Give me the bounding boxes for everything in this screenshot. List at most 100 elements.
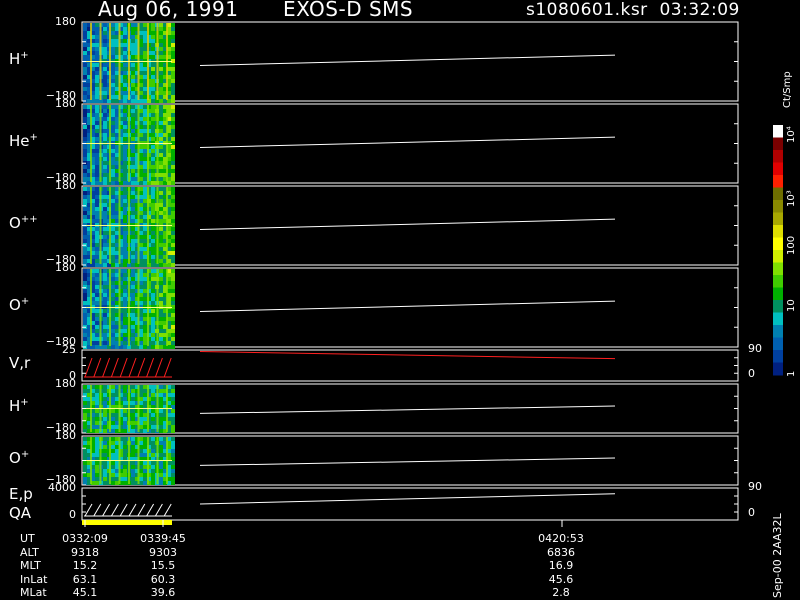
heatmap-cell — [131, 35, 135, 39]
heatmap-cell — [115, 329, 119, 333]
heatmap-cell — [143, 255, 147, 259]
heatmap-cell — [139, 337, 143, 341]
heatmap-cell — [95, 269, 99, 273]
panel-frame — [81, 349, 739, 382]
heatmap-cell — [115, 51, 119, 55]
heatmap-cell — [83, 333, 87, 337]
heatmap-cell — [171, 99, 175, 103]
heatmap-cell — [111, 31, 115, 35]
heatmap-cell — [159, 125, 163, 129]
heatmap-cell — [139, 425, 143, 429]
heatmap-cell — [131, 289, 135, 293]
heatmap-cell — [103, 309, 107, 313]
heatmap-cell — [115, 445, 119, 449]
heatmap-cell — [95, 121, 99, 125]
heatmap-cell — [171, 215, 175, 219]
heatmap-cell — [123, 55, 127, 59]
heatmap-cell — [95, 95, 99, 99]
heatmap-cell — [103, 63, 107, 67]
heatmap-cell — [139, 121, 143, 125]
heatmap-cell — [103, 227, 107, 231]
heatmap-cell — [83, 293, 87, 297]
heatmap-cell — [123, 67, 127, 71]
heatmap-cell — [143, 35, 147, 39]
heatmap-cell — [131, 389, 135, 393]
heatmap-cell — [159, 465, 163, 469]
sawtooth-mark — [154, 503, 163, 517]
heatmap-cell — [159, 63, 163, 67]
heatmap-cell — [171, 293, 175, 297]
heatmap-cell — [143, 453, 147, 457]
heatmap-cell — [123, 27, 127, 31]
heatmap-cell — [95, 441, 99, 445]
heatmap-cell — [139, 55, 143, 59]
heatmap-cell — [115, 413, 119, 417]
heatmap-cell — [151, 63, 155, 67]
heatmap-cell — [139, 409, 143, 413]
heatmap-cell — [123, 105, 127, 109]
heatmap-cell — [95, 429, 99, 433]
heatmap-cell — [151, 243, 155, 247]
heatmap-cell — [139, 87, 143, 91]
heatmap-cell — [111, 273, 115, 277]
heatmap-cell — [95, 203, 99, 207]
heatmap-cell — [95, 219, 99, 223]
heatmap-cell — [151, 269, 155, 273]
heatmap-cell — [95, 235, 99, 239]
heatmap-cell — [139, 67, 143, 71]
heatmap-cell — [103, 79, 107, 83]
table-row-name: MLat — [20, 586, 47, 599]
heatmap-cell — [131, 43, 135, 47]
heatmap-cell — [103, 259, 107, 263]
heatmap-cell — [159, 187, 163, 191]
heatmap-cell — [131, 329, 135, 333]
heatmap-cell — [111, 337, 115, 341]
heatmap-cell — [171, 199, 175, 203]
heatmap-cell — [143, 215, 147, 219]
heatmap-cell — [123, 385, 127, 389]
heatmap-cell — [115, 153, 119, 157]
heatmap-cell — [171, 309, 175, 313]
heatmap-cell — [143, 39, 147, 43]
heatmap-cell — [95, 51, 99, 55]
heatmap-cell — [143, 199, 147, 203]
heatmap-cell — [115, 341, 119, 345]
trend-trace — [199, 300, 616, 312]
table-row-name: UT — [20, 532, 35, 545]
heatmap-cell — [115, 469, 119, 473]
heatmap-cell — [83, 109, 87, 113]
heatmap-cell — [103, 105, 107, 109]
heatmap-cell — [131, 79, 135, 83]
heatmap-cell — [131, 129, 135, 133]
heatmap-cell — [131, 445, 135, 449]
panel-label-sup: + — [20, 295, 30, 307]
heatmap-cell — [159, 67, 163, 71]
heatmap-cell — [171, 83, 175, 87]
heatmap-cell — [95, 461, 99, 465]
heatmap-cell — [151, 285, 155, 289]
heatmap-cell — [151, 105, 155, 109]
heatmap-cell — [159, 289, 163, 293]
heatmap-cell — [139, 263, 143, 267]
heatmap-cell — [131, 247, 135, 251]
heatmap-cell — [143, 129, 147, 133]
heatmap-cell — [83, 117, 87, 121]
heatmap-cell — [95, 425, 99, 429]
heatmap-cell — [139, 187, 143, 191]
heatmap-cell — [83, 87, 87, 91]
heatmap-cell — [111, 445, 115, 449]
heatmap-cell — [143, 247, 147, 251]
heatmap-cell — [103, 297, 107, 301]
heatmap-cell — [151, 99, 155, 103]
heatmap-cell — [123, 301, 127, 305]
heatmap-cell — [83, 413, 87, 417]
heatmap-cell — [139, 231, 143, 235]
heatmap-cell — [151, 133, 155, 137]
heatmap-cell — [111, 481, 115, 485]
heatmap-cell — [95, 145, 99, 149]
heatmap-cell — [123, 227, 127, 231]
heatmap-cell — [95, 133, 99, 137]
heatmap-cell — [171, 31, 175, 35]
heatmap-cell — [111, 79, 115, 83]
heatmap-cell — [95, 153, 99, 157]
